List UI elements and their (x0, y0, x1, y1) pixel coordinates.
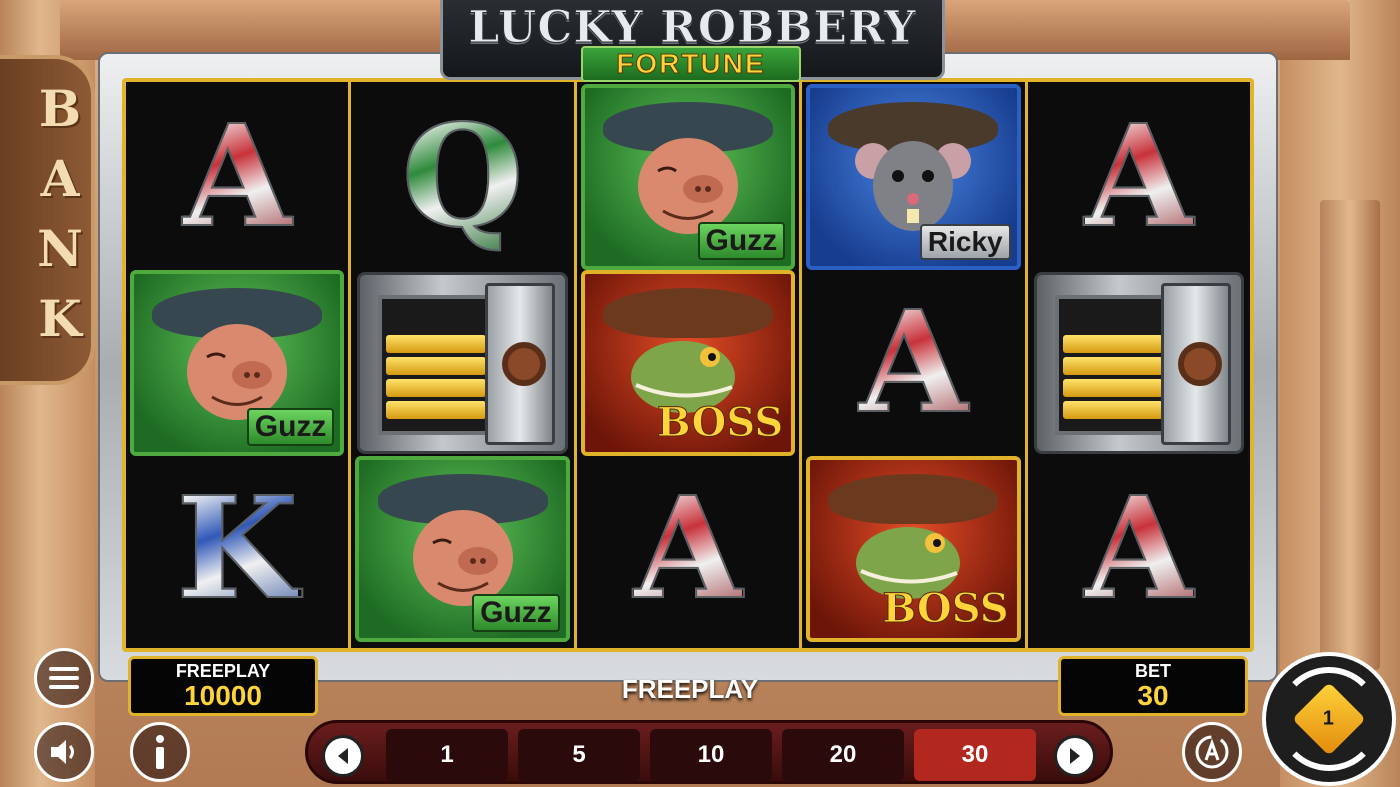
reel-column: Ricky A BOSS (802, 82, 1028, 648)
symbol-letter-text: A (858, 280, 969, 446)
building-pillar (1320, 200, 1380, 670)
game-subtitle: FORTUNE (581, 46, 801, 82)
balance-panel: FREEPLAY 10000 (128, 656, 318, 716)
symbol-name-label: BOSS (656, 399, 784, 447)
symbol-letter-text: K (175, 466, 299, 632)
info-icon (156, 735, 164, 769)
symbol-croc: BOSS (806, 456, 1021, 642)
balance-label: FREEPLAY (175, 661, 271, 681)
symbol-pig: Guzz (130, 270, 345, 456)
symbol-letter-text: A (182, 94, 293, 260)
spin-button[interactable]: 1 (1262, 652, 1396, 786)
symbol-letter: A (583, 458, 793, 640)
symbol-name-label: Guzz (697, 222, 786, 260)
chevron-left-icon (338, 748, 348, 764)
bet-next-button[interactable] (1054, 735, 1096, 777)
symbol-name-label: Guzz (472, 594, 560, 632)
bet-panel: BET 30 (1058, 656, 1248, 716)
autoplay-button[interactable] (1182, 722, 1242, 782)
sound-button[interactable] (34, 722, 94, 782)
bet-option-1[interactable]: 1 (386, 729, 508, 781)
safe-door (484, 283, 555, 445)
gold-bar-icon (1062, 401, 1163, 419)
bank-sign: B A N K (0, 55, 95, 385)
reel-column: Guzz BOSS A (577, 82, 803, 648)
bank-sign-letter: B (38, 79, 82, 138)
bank-sign-letter: K (38, 289, 82, 348)
chevron-right-icon (1070, 748, 1080, 764)
symbol-letter: A (808, 272, 1018, 454)
gold-bar-icon (1062, 335, 1163, 353)
symbol-letter: Q (357, 86, 567, 268)
gold-bar-icon (386, 401, 487, 419)
symbol-pig: Guzz (355, 456, 570, 642)
symbol-pig: Guzz (580, 84, 796, 270)
safe-dial-icon (501, 342, 546, 386)
bet-selector: 1 5 10 20 30 (305, 720, 1113, 784)
bet-value: 30 (1137, 680, 1169, 711)
spin-cube-text: 1 (1323, 707, 1335, 730)
symbol-name-label: BOSS (882, 585, 1009, 633)
status-message: FREEPLAY (621, 674, 759, 704)
symbol-safe (1033, 272, 1245, 454)
bank-sign-letter: N (37, 219, 83, 278)
hamburger-icon (49, 667, 79, 689)
bet-label: BET (1135, 661, 1171, 681)
symbol-letter: K (132, 458, 342, 640)
gold-bar-icon (386, 379, 487, 397)
symbol-name-label: Ricky (919, 224, 1011, 260)
bank-sign-letter: A (40, 149, 80, 208)
gold-bar-icon (1062, 379, 1163, 397)
bet-prev-button[interactable] (322, 735, 364, 777)
symbol-croc: BOSS (580, 270, 796, 456)
safe-dial-icon (1178, 342, 1223, 386)
reel-column: A Guzz K (126, 82, 352, 648)
reel-column: AA (1028, 82, 1250, 648)
bet-option-30[interactable]: 30 (914, 729, 1036, 781)
info-button[interactable] (130, 722, 190, 782)
symbol-letter: A (1034, 86, 1244, 268)
gold-bar-icon (386, 335, 487, 353)
symbol-letter-text: Q (401, 94, 525, 260)
symbol-safe (357, 272, 568, 454)
bet-option-5[interactable]: 5 (518, 729, 640, 781)
symbol-letter-text: A (633, 466, 744, 632)
bet-option-10[interactable]: 10 (650, 729, 772, 781)
menu-button[interactable] (34, 648, 94, 708)
symbol-letter: A (1034, 458, 1244, 640)
safe-door (1161, 283, 1232, 445)
game-logo: LUCKY ROBBERY FORTUNE (440, 0, 945, 82)
balance-value: 10000 (184, 680, 262, 711)
symbol-letter-text: A (1084, 466, 1195, 632)
symbol-rat: Ricky (806, 84, 1021, 270)
reel-column: Q Guzz (351, 82, 577, 648)
autoplay-icon (1195, 735, 1229, 769)
symbol-letter-text: A (1084, 94, 1195, 260)
symbol-name-label: Guzz (246, 408, 335, 446)
reel-grid: A Guzz K Q Guzz Guzz BOSS A Ricky A BOSS A A (122, 78, 1254, 652)
gold-bar-icon (386, 357, 487, 375)
speaker-icon (51, 740, 74, 764)
gold-bar-icon (1062, 357, 1163, 375)
bet-option-20[interactable]: 20 (782, 729, 904, 781)
symbol-letter: A (132, 86, 342, 268)
